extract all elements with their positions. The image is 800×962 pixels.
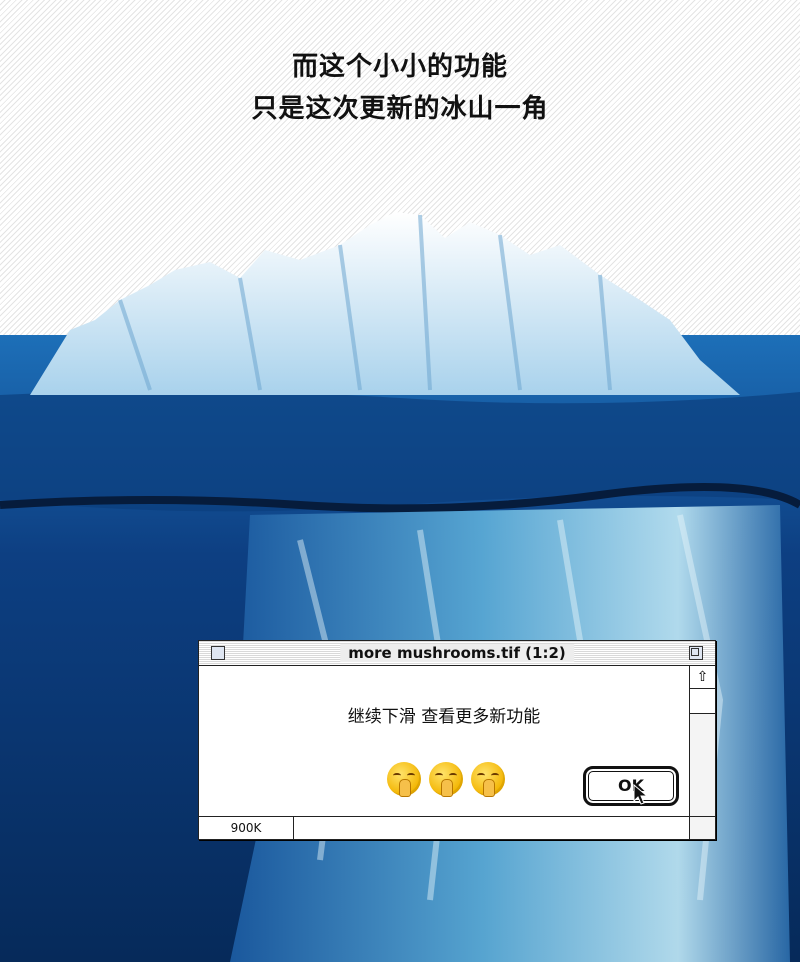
close-box-icon[interactable]	[211, 646, 225, 660]
headline: 而这个小小的功能 只是这次更新的冰山一角	[0, 46, 800, 130]
iceberg-peak	[30, 212, 740, 395]
dialog-title: more mushrooms.tif (1:2)	[340, 644, 574, 662]
emoji-row	[387, 762, 505, 797]
headline-line-2: 只是这次更新的冰山一角	[251, 94, 549, 124]
surface-band	[0, 390, 800, 512]
scroll-thumb[interactable]	[690, 689, 715, 714]
scroll-up-arrow-icon[interactable]: ⇧	[690, 666, 715, 689]
dialog-content: 继续下滑 查看更多新功能 OK	[199, 666, 689, 816]
dialog-message: 继续下滑 查看更多新功能	[347, 707, 541, 727]
mouse-pointer-icon	[633, 784, 649, 805]
status-bar: 900K	[199, 816, 715, 839]
headline-line-1: 而这个小小的功能	[291, 52, 508, 82]
vertical-scrollbar[interactable]: ⇧	[689, 666, 715, 816]
ok-button[interactable]: OK	[583, 766, 679, 806]
file-size-readout: 900K	[199, 817, 294, 839]
dialog-titlebar[interactable]: more mushrooms.tif (1:2)	[199, 641, 715, 666]
shush-face-icon	[387, 762, 421, 797]
shush-face-icon	[429, 762, 463, 797]
mac-dialog-window: more mushrooms.tif (1:2) 继续下滑 查看更多新功能 OK…	[198, 640, 716, 840]
zoom-box-icon[interactable]	[689, 646, 703, 660]
shush-face-icon	[471, 762, 505, 797]
resize-corner[interactable]	[689, 817, 715, 839]
